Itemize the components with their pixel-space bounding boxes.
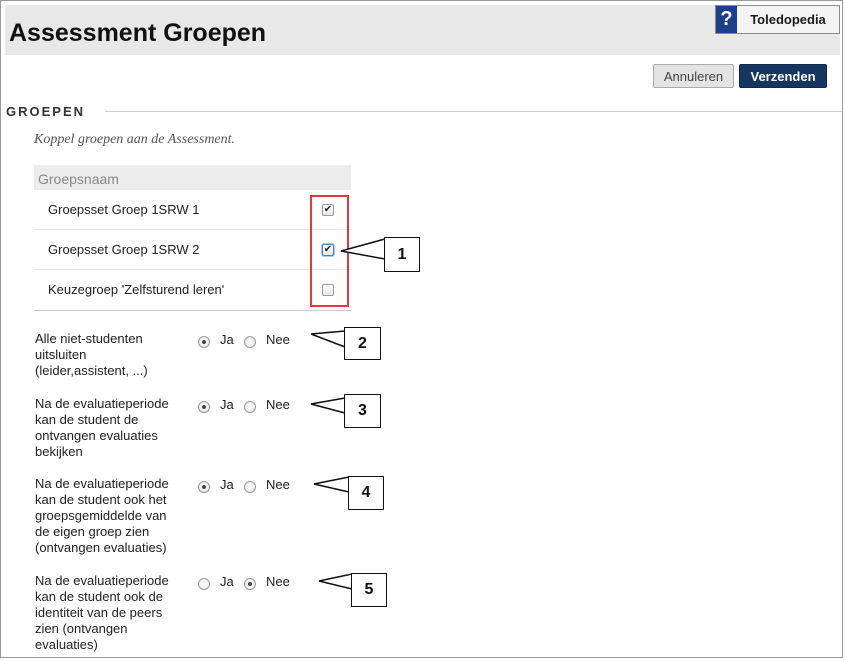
table-row: Groepsset Groep 1SRW 1 ✔ — [34, 190, 351, 230]
callout-2: 2 — [344, 327, 381, 360]
radio-label-nee: Nee — [266, 477, 290, 492]
radio-label-nee: Nee — [266, 574, 290, 589]
group-name: Groepsset Groep 1SRW 1 — [48, 202, 200, 217]
help-button[interactable]: ? Toledopedia — [715, 5, 840, 34]
label-line: Na de evaluatieperiode — [35, 396, 169, 411]
label-line: Na de evaluatieperiode — [35, 573, 169, 588]
radio-view-evaluations-ja[interactable] — [198, 401, 210, 413]
callout-1: 1 — [384, 237, 420, 272]
label-line: kan de student ook het — [35, 492, 167, 507]
option-label-group-average: Na de evaluatieperiode kan de student oo… — [35, 476, 169, 556]
label-line: bekijken — [35, 444, 83, 459]
label-line: (leider,assistent, ...) — [35, 363, 148, 378]
radio-label-ja: Ja — [220, 574, 234, 589]
submit-button[interactable]: Verzenden — [739, 64, 827, 88]
radio-view-evaluations-nee[interactable] — [244, 401, 256, 413]
dialog-frame: Assessment Groepen ? Toledopedia Annuler… — [0, 0, 843, 658]
table-bottom-rule — [34, 310, 351, 311]
option-label-exclude-nonstudents: Alle niet-studenten uitsluiten (leider,a… — [35, 331, 148, 379]
label-line: zien (ontvangen — [35, 621, 128, 636]
radio-exclude-nee[interactable] — [244, 336, 256, 348]
question-mark-icon: ? — [716, 6, 737, 33]
section-title: GROEPEN — [6, 104, 86, 119]
label-line: Alle niet-studenten — [35, 331, 143, 346]
option-label-peer-identity: Na de evaluatieperiode kan de student oo… — [35, 573, 169, 653]
page-title: Assessment Groepen — [9, 19, 267, 47]
radio-group-average-ja[interactable] — [198, 481, 210, 493]
callout-pointers — [310, 238, 386, 590]
option-label-view-evaluations: Na de evaluatieperiode kan de student de… — [35, 396, 169, 460]
radio-label-ja: Ja — [220, 397, 234, 412]
callout-pointer-3 — [310, 397, 346, 414]
help-label: Toledopedia — [750, 12, 826, 27]
label-line: evaluaties) — [35, 637, 98, 652]
label-line: (ontvangen evaluaties) — [35, 540, 167, 555]
group-name: Groepsset Groep 1SRW 2 — [48, 242, 200, 257]
column-header-groepsnaam: Groepsnaam — [34, 165, 351, 190]
radio-peer-identity-nee[interactable] — [244, 578, 256, 590]
label-line: identiteit van de peers — [35, 605, 163, 620]
label-line: uitsluiten — [35, 347, 87, 362]
label-line: Na de evaluatieperiode — [35, 476, 169, 491]
table-row: Keuzegroep 'Zelfsturend leren' — [34, 270, 351, 310]
callout-pointer-4 — [313, 476, 350, 493]
groups-table: Groepsnaam Groepsset Groep 1SRW 1 ✔ Groe… — [34, 165, 351, 311]
label-line: kan de student de — [35, 412, 139, 427]
callout-4: 4 — [348, 476, 384, 510]
cancel-button[interactable]: Annuleren — [653, 64, 734, 88]
radio-label-ja: Ja — [220, 332, 234, 347]
label-line: de eigen groep zien — [35, 524, 150, 539]
radio-label-nee: Nee — [266, 397, 290, 412]
section-divider — [105, 111, 842, 112]
label-line: kan de student ook de — [35, 589, 163, 604]
section-description: Koppel groepen aan de Assessment. — [34, 132, 236, 147]
radio-label-ja: Ja — [220, 477, 234, 492]
callout-3: 3 — [344, 394, 381, 428]
radio-group-average-nee[interactable] — [244, 481, 256, 493]
callout-pointer-5 — [318, 573, 353, 590]
callout-5: 5 — [351, 573, 387, 607]
group-name: Keuzegroep 'Zelfsturend leren' — [48, 282, 225, 297]
label-line: groepsgemiddelde van — [35, 508, 167, 523]
callout-pointer-2 — [310, 330, 346, 348]
table-row: Groepsset Groep 1SRW 2 ✔ — [34, 230, 351, 270]
label-line: ontvangen evaluaties — [35, 428, 158, 443]
radio-exclude-ja[interactable] — [198, 336, 210, 348]
page-header: Assessment Groepen ? Toledopedia — [5, 5, 840, 55]
radio-label-nee: Nee — [266, 332, 290, 347]
radio-peer-identity-ja[interactable] — [198, 578, 210, 590]
highlight-box — [310, 195, 349, 307]
